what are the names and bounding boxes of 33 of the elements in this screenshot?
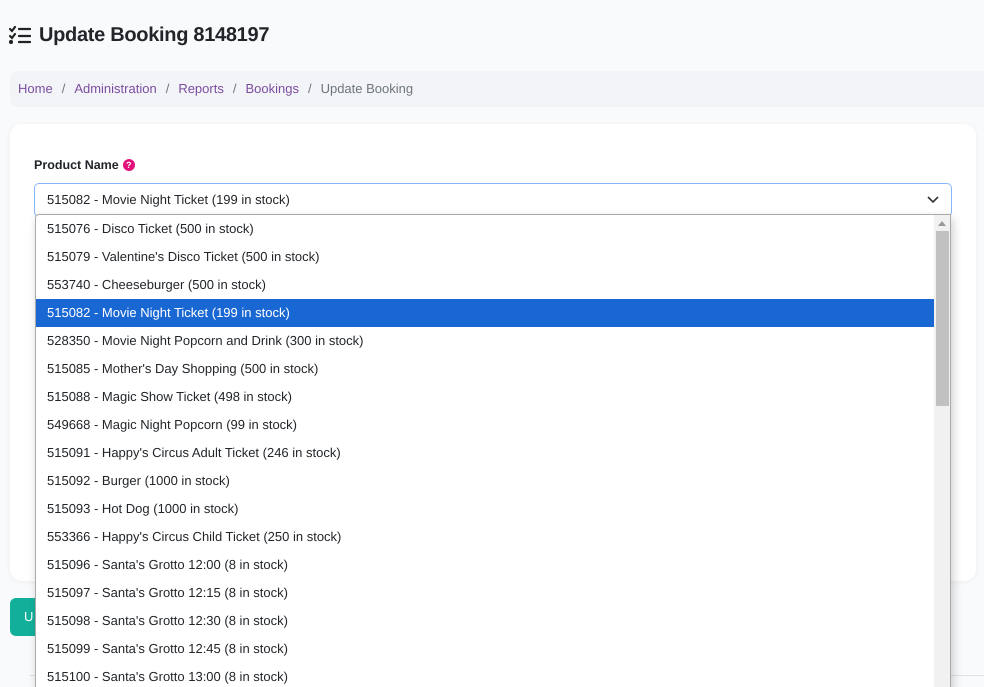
scroll-up-icon[interactable]: [938, 221, 946, 226]
dropdown-option[interactable]: 515096 - Santa's Grotto 12:00 (8 in stock): [36, 551, 934, 579]
dropdown-option[interactable]: 515093 - Hot Dog (1000 in stock): [36, 495, 934, 523]
breadcrumb-link[interactable]: Home: [18, 79, 53, 99]
breadcrumb-separator: /: [308, 80, 312, 98]
dropdown-option[interactable]: 515091 - Happy's Circus Adult Ticket (246 in stock): [36, 439, 934, 467]
dropdown-option[interactable]: 515088 - Magic Show Ticket (498 in stock): [36, 383, 934, 411]
dropdown-option[interactable]: 515100 - Santa's Grotto 13:00 (8 in stock): [36, 663, 934, 687]
dropdown-option[interactable]: 549668 - Magic Night Popcorn (99 in stock): [36, 411, 934, 439]
scrollbar-thumb[interactable]: [936, 231, 948, 406]
dropdown-option[interactable]: 515099 - Santa's Grotto 12:45 (8 in stock): [36, 635, 934, 663]
dropdown-option[interactable]: 553740 - Cheeseburger (500 in stock): [36, 271, 934, 299]
dropdown-option[interactable]: 515098 - Santa's Grotto 12:30 (8 in stock): [36, 607, 934, 635]
checklist-icon: [9, 26, 31, 44]
dropdown-option[interactable]: 515097 - Santa's Grotto 12:15 (8 in stock): [36, 579, 934, 607]
current-page-label: Update Booking: [320, 80, 414, 98]
field-label: Product Name: [34, 157, 119, 174]
dropdown-option[interactable]: 528350 - Movie Night Popcorn and Drink (300 in stock): [36, 327, 934, 355]
breadcrumb-link[interactable]: Administration: [74, 79, 157, 99]
chevron-down-icon: [927, 196, 939, 204]
dropdown-option[interactable]: 515092 - Burger (1000 in stock): [36, 467, 934, 495]
dropdown-option[interactable]: 553366 - Happy's Circus Child Ticket (250 in stock): [36, 523, 934, 551]
dropdown-option[interactable]: 515085 - Mother's Day Shopping (500 in stock): [36, 355, 934, 383]
breadcrumb-separator: /: [166, 80, 170, 98]
breadcrumb-link[interactable]: Bookings: [245, 79, 299, 99]
dropdown-option[interactable]: 515079 - Valentine's Disco Ticket (500 in stock): [36, 243, 934, 271]
breadcrumb-link[interactable]: Reports: [178, 79, 224, 99]
help-icon[interactable]: ?: [122, 159, 135, 172]
page-title: Update Booking 8148197: [39, 23, 270, 48]
dropdown-option[interactable]: 515076 - Disco Ticket (500 in stock): [36, 215, 934, 243]
breadcrumb-separator: /: [232, 80, 236, 98]
dropdown-option[interactable]: 515082 - Movie Night Ticket (199 in stock): [36, 299, 934, 327]
breadcrumb-separator: /: [62, 80, 66, 98]
